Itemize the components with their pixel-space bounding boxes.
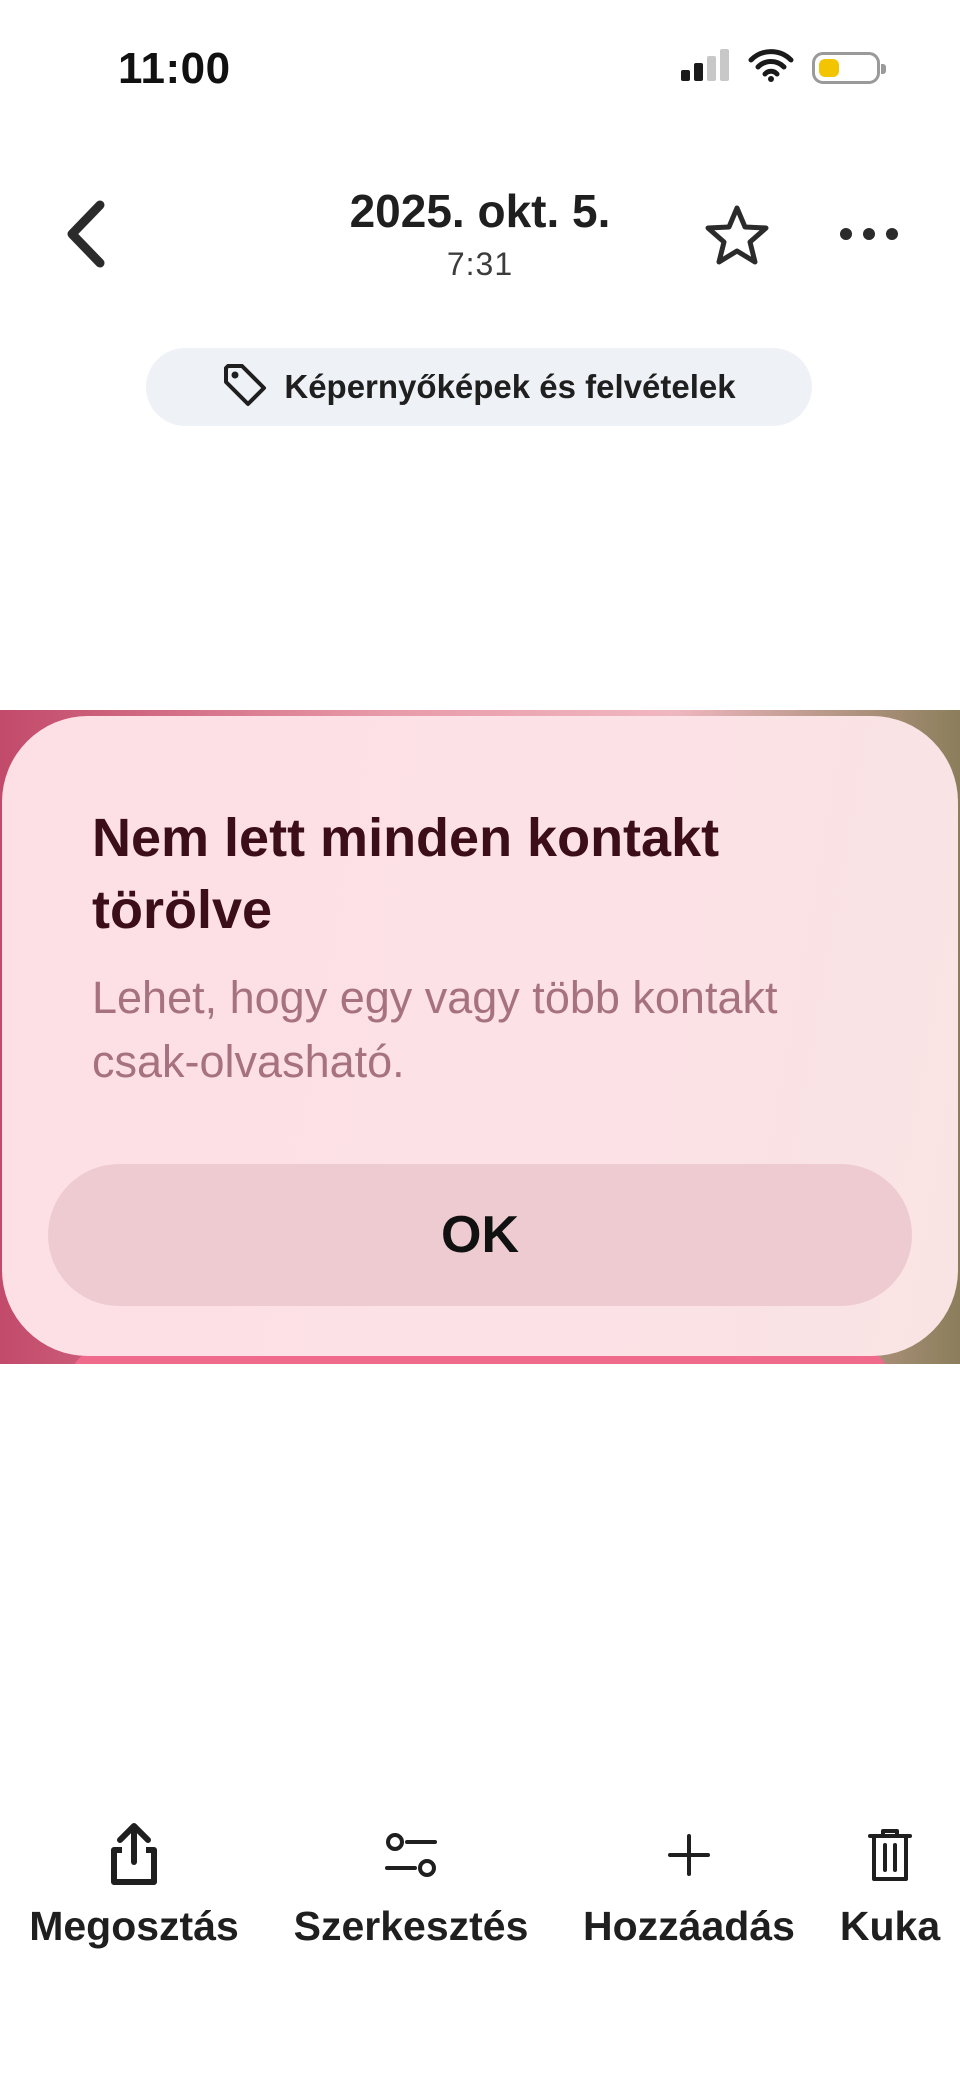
chip-label: Képernyőképek és felvételek [284,368,736,405]
add-label: Hozzáadás [583,1903,795,1949]
header-date: 2025. okt. 5. [349,185,611,237]
tag-icon [222,362,268,413]
photo-viewer-screen: 11:00 2025. okt. 5. 7:31 Képernyőképek é… [0,0,960,2079]
add-button[interactable]: Hozzáadás [572,1815,806,1950]
trash-icon [867,1815,913,1895]
more-horizontal-icon [839,227,899,246]
battery-icon [812,51,886,84]
alert-ok-button: OK [48,1164,912,1306]
header-time: 7:31 [446,246,514,282]
edit-label: Szerkesztés [293,1903,529,1949]
bottom-toolbar: Megosztás Szerkesztés Hozzáadás Kuka [0,1815,960,1965]
edit-sliders-icon [383,1815,439,1895]
trash-label: Kuka [839,1903,941,1949]
trash-button[interactable]: Kuka [832,1815,948,1950]
status-icons [680,48,886,87]
battery-level-fill [819,58,839,77]
category-chip[interactable]: Képernyőképek és felvételek [146,348,812,426]
screenshot-image[interactable]: Nem lett minden kontakt törölve Lehet, h… [0,710,960,1364]
status-time: 11:00 [118,44,231,93]
edit-button[interactable]: Szerkesztés [280,1815,542,1950]
share-label: Megosztás [29,1903,239,1949]
cellular-signal-icon [680,48,730,87]
star-outline-icon [705,204,769,271]
plus-icon [666,1815,712,1895]
battery-tip [881,63,886,74]
share-button[interactable]: Megosztás [10,1815,258,1950]
alert-dialog: Nem lett minden kontakt törölve Lehet, h… [2,716,958,1356]
alert-title: Nem lett minden kontakt törölve [92,808,720,940]
more-options-button[interactable] [834,206,904,266]
alert-message: Lehet, hogy egy vagy több kontakt csak-o… [92,972,778,1087]
share-icon [106,1815,162,1895]
favorite-button[interactable] [700,200,774,274]
wifi-icon [748,48,794,87]
